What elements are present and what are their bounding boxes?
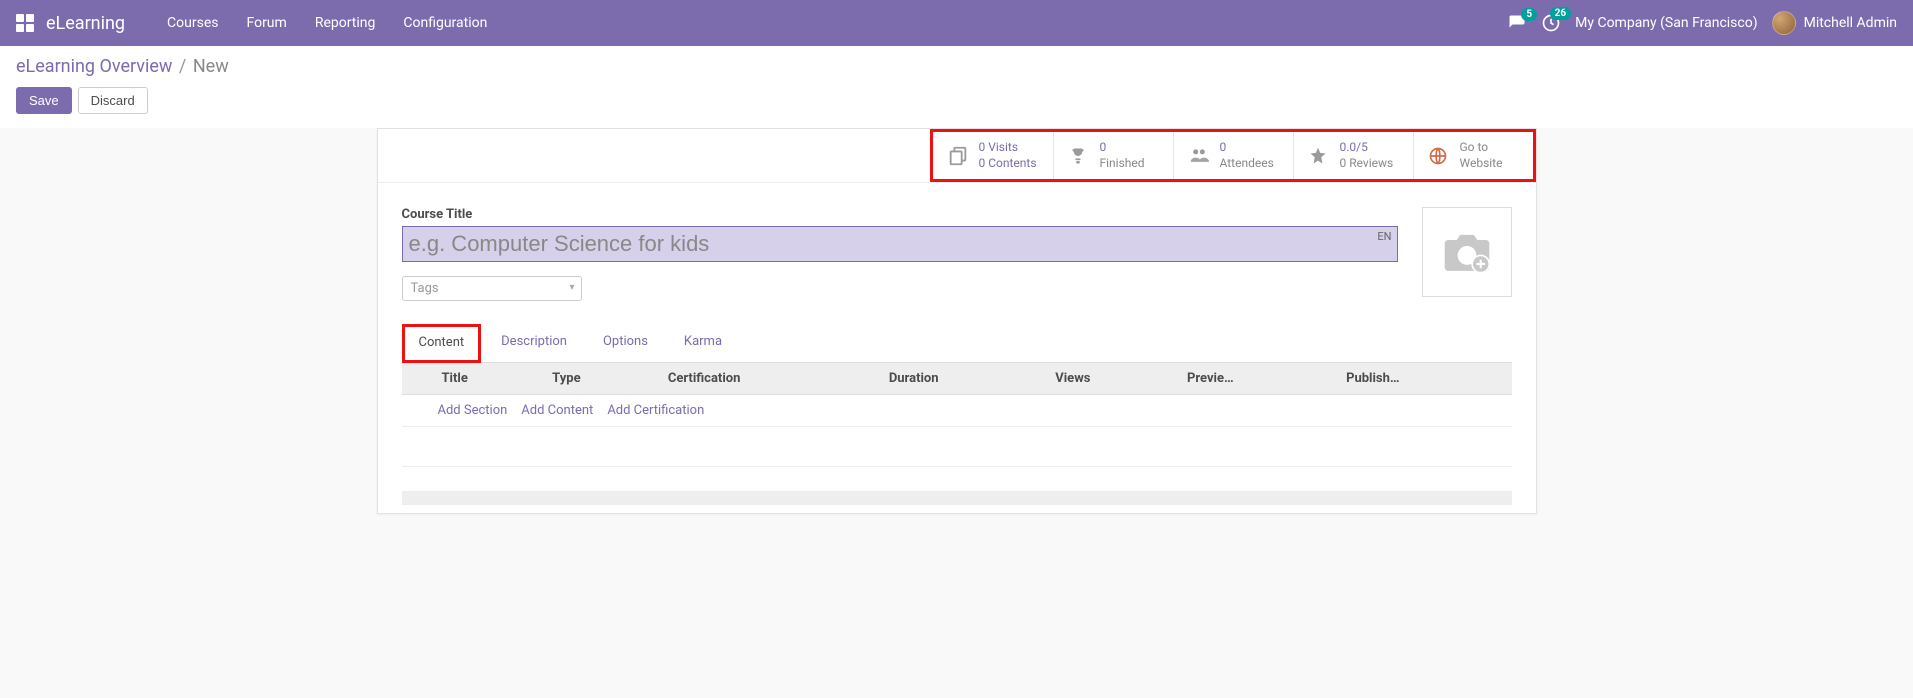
globe-icon xyxy=(1428,146,1450,166)
activity-icon[interactable]: 26 xyxy=(1541,13,1561,33)
table-add-row: Add Section Add Content Add Certificatio… xyxy=(402,395,1512,427)
tags-select[interactable]: Tags xyxy=(402,276,582,301)
stat-reviews[interactable]: 0.0/5 0 Reviews xyxy=(1293,132,1413,179)
col-title[interactable]: Title xyxy=(432,363,543,395)
footer-bar xyxy=(402,491,1512,505)
activity-count: 26 xyxy=(1550,7,1571,20)
course-title-input[interactable] xyxy=(402,226,1398,262)
avatar xyxy=(1772,11,1796,35)
nav-link-reporting[interactable]: Reporting xyxy=(301,0,390,46)
tags-placeholder: Tags xyxy=(411,281,439,296)
title-input-wrap: EN xyxy=(402,226,1398,262)
company-selector[interactable]: My Company (San Francisco) xyxy=(1575,15,1757,31)
stat-bar: 0 Visits 0 Contents 0 Finished xyxy=(930,129,1536,182)
course-title-label: Course Title xyxy=(402,207,1398,222)
action-buttons: Save Discard xyxy=(16,87,1897,114)
user-menu[interactable]: Mitchell Admin xyxy=(1772,11,1897,35)
tab-options[interactable]: Options xyxy=(587,324,664,363)
col-certification[interactable]: Certification xyxy=(658,363,879,395)
title-row: Course Title EN Tags xyxy=(402,207,1512,301)
tabs: Content Description Options Karma xyxy=(402,323,1512,363)
stat-finished[interactable]: 0 Finished xyxy=(1053,132,1173,179)
save-button[interactable]: Save xyxy=(16,87,72,114)
form-sheet: 0 Visits 0 Contents 0 Finished xyxy=(377,128,1537,514)
col-published[interactable]: Publish… xyxy=(1336,363,1511,395)
top-navbar: eLearning Courses Forum Reporting Config… xyxy=(0,0,1913,46)
app-brand[interactable]: eLearning xyxy=(46,13,125,34)
col-duration[interactable]: Duration xyxy=(879,363,1045,395)
tab-karma[interactable]: Karma xyxy=(668,324,738,363)
col-type[interactable]: Type xyxy=(542,363,658,395)
stat-website-line2: Website xyxy=(1460,156,1503,172)
breadcrumb-current: New xyxy=(193,56,229,77)
tab-description[interactable]: Description xyxy=(485,324,583,363)
title-column: Course Title EN Tags xyxy=(402,207,1398,301)
stat-attendees-count: 0 xyxy=(1220,140,1274,156)
navbar-right: 5 26 My Company (San Francisco) Mitchell… xyxy=(1507,11,1897,35)
table-spacer xyxy=(402,427,1512,467)
lang-tag[interactable]: EN xyxy=(1377,230,1391,243)
stat-attendees-label: Attendees xyxy=(1220,156,1274,172)
nav-link-courses[interactable]: Courses xyxy=(153,0,232,46)
nav-link-forum[interactable]: Forum xyxy=(232,0,300,46)
sheet-body: Course Title EN Tags xyxy=(378,183,1536,513)
stat-visits[interactable]: 0 Visits 0 Contents xyxy=(933,132,1053,179)
tab-content[interactable]: Content xyxy=(402,324,482,363)
trophy-icon xyxy=(1068,146,1090,166)
content-table: Title Type Certification Duration Views … xyxy=(402,363,1512,467)
add-certification-link[interactable]: Add Certification xyxy=(607,403,704,418)
discard-button[interactable]: Discard xyxy=(78,87,148,114)
stat-attendees[interactable]: 0 Attendees xyxy=(1173,132,1293,179)
sheet-wrapper: 0 Visits 0 Contents 0 Finished xyxy=(0,128,1913,534)
stat-website[interactable]: Go to Website xyxy=(1413,132,1533,179)
table-header-row: Title Type Certification Duration Views … xyxy=(402,363,1512,395)
star-icon xyxy=(1308,146,1330,166)
col-preview[interactable]: Previe… xyxy=(1177,363,1336,395)
navbar-left: eLearning Courses Forum Reporting Config… xyxy=(16,0,501,46)
stat-rating-label: 0 Reviews xyxy=(1340,156,1394,172)
add-links: Add Section Add Content Add Certificatio… xyxy=(402,395,1512,426)
breadcrumb: eLearning Overview / New xyxy=(16,56,1897,77)
user-name: Mitchell Admin xyxy=(1804,15,1897,31)
nav-link-configuration[interactable]: Configuration xyxy=(389,0,501,46)
control-bar: eLearning Overview / New Save Discard xyxy=(0,46,1913,128)
add-section-link[interactable]: Add Section xyxy=(438,403,508,418)
files-icon xyxy=(947,145,969,167)
stat-visits-line1: 0 Visits xyxy=(979,140,1037,156)
messaging-icon[interactable]: 5 xyxy=(1507,14,1527,32)
add-content-link[interactable]: Add Content xyxy=(521,403,593,418)
stat-finished-label: Finished xyxy=(1100,156,1145,172)
image-upload[interactable] xyxy=(1422,207,1512,297)
messaging-count: 5 xyxy=(1521,8,1537,21)
camera-plus-icon xyxy=(1439,228,1495,276)
stat-bar-wrap: 0 Visits 0 Contents 0 Finished xyxy=(378,129,1536,183)
stat-rating-value: 0.0/5 xyxy=(1340,140,1394,156)
stat-visits-line2: 0 Contents xyxy=(979,156,1037,172)
breadcrumb-root[interactable]: eLearning Overview xyxy=(16,56,172,77)
col-handle xyxy=(402,363,432,395)
stat-website-line1: Go to xyxy=(1460,140,1503,156)
breadcrumb-separator: / xyxy=(174,56,190,77)
users-icon xyxy=(1188,146,1210,166)
apps-icon[interactable] xyxy=(16,14,34,32)
stat-finished-count: 0 xyxy=(1100,140,1145,156)
col-views[interactable]: Views xyxy=(1045,363,1177,395)
